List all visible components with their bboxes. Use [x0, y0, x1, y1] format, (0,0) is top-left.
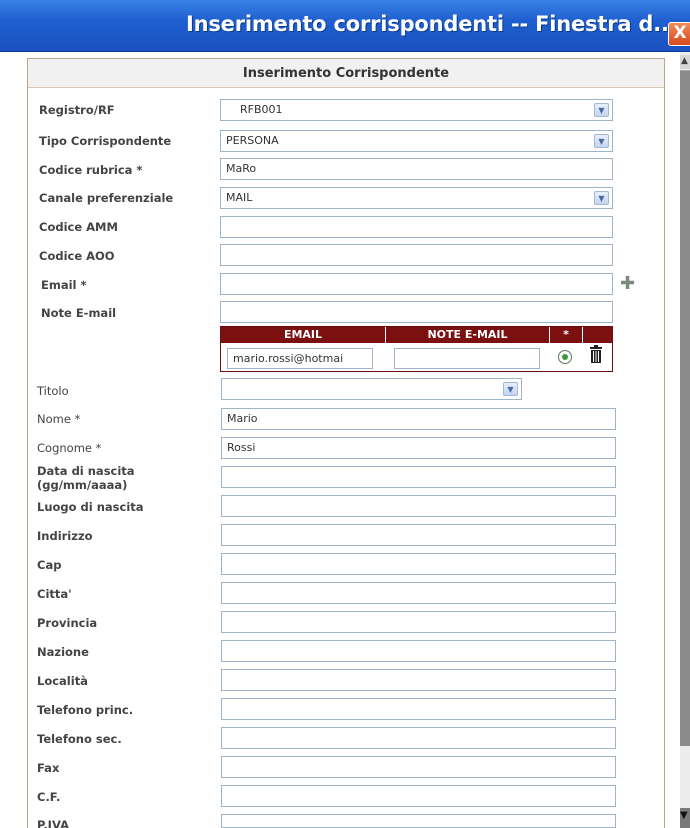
email-label: Email *	[41, 278, 87, 292]
chevron-down-icon: ▼	[594, 103, 609, 117]
scroll-down-button[interactable]: ▼	[680, 808, 690, 828]
luogo-nascita-label: Luogo di nascita	[37, 500, 144, 514]
scroll-thumb[interactable]	[680, 70, 690, 746]
tipo-value: PERSONA	[226, 134, 279, 147]
localita-input[interactable]	[221, 669, 616, 691]
titolo-select[interactable]: ▼	[221, 378, 522, 400]
col-note-email: NOTE E-MAIL	[427, 328, 508, 341]
data-nascita-label-line1: Data di nascita	[37, 464, 135, 478]
piva-input[interactable]	[221, 814, 616, 828]
tel-sec-input[interactable]	[221, 727, 616, 749]
codice-amm-input[interactable]	[220, 216, 613, 238]
nazione-label: Nazione	[37, 645, 89, 659]
window-titlebar: Inserimento corrispondenti -- Finestra d…	[0, 0, 690, 52]
row-email-input[interactable]: mario.rossi@hotmai	[227, 348, 373, 369]
col-email: EMAIL	[283, 328, 323, 341]
chevron-down-icon: ▼	[594, 134, 609, 148]
preferred-radio-icon[interactable]	[558, 350, 572, 364]
note-email-input[interactable]	[220, 301, 613, 323]
luogo-nascita-input[interactable]	[221, 495, 616, 517]
col-separator	[582, 327, 583, 343]
codice-rubrica-input[interactable]: MaRo	[220, 158, 613, 180]
window-title: Inserimento corrispondenti -- Finestra d…	[186, 12, 677, 36]
fax-input[interactable]	[221, 756, 616, 778]
col-preferred: *	[563, 328, 569, 341]
codice-rubrica-label: Codice rubrica *	[39, 163, 143, 177]
trash-glyph	[590, 345, 602, 363]
panel-header: Inserimento Corrispondente	[28, 59, 664, 88]
email-input[interactable]	[220, 273, 613, 295]
trash-icon[interactable]	[590, 345, 602, 363]
cognome-input[interactable]: Rossi	[221, 437, 616, 459]
nome-input[interactable]: Mario	[221, 408, 616, 430]
tel-princ-label: Telefono princ.	[37, 703, 134, 717]
data-nascita-input[interactable]	[221, 466, 616, 488]
nazione-input[interactable]	[221, 640, 616, 662]
note-email-label: Note E-mail	[41, 306, 117, 320]
scroll-up-icon: ▲	[681, 56, 688, 66]
provincia-label: Provincia	[37, 616, 98, 630]
piva-label: P.IVA	[37, 818, 69, 828]
registro-label: Registro/RF	[39, 103, 115, 117]
tel-princ-input[interactable]	[221, 698, 616, 720]
scroll-up-button[interactable]: ▲	[680, 55, 690, 69]
tel-sec-label: Telefono sec.	[37, 732, 122, 746]
registro-select[interactable]: RFB001 ▼	[220, 99, 613, 121]
chevron-down-icon: ▼	[503, 382, 518, 396]
canale-value: MAIL	[226, 191, 253, 204]
fax-label: Fax	[37, 761, 60, 775]
tipo-label: Tipo Corrispondente	[39, 134, 172, 148]
email-table-header: EMAIL NOTE E-MAIL *	[221, 327, 612, 343]
canale-select[interactable]: MAIL ▼	[220, 187, 613, 209]
row-note-input[interactable]	[394, 348, 540, 369]
data-nascita-label-line2: (gg/mm/aaaa)	[37, 478, 128, 492]
add-email-icon[interactable]: ✚	[620, 275, 636, 293]
codice-aoo-input[interactable]	[220, 244, 613, 266]
provincia-input[interactable]	[221, 611, 616, 633]
cf-label: C.F.	[37, 790, 61, 804]
indirizzo-label: Indirizzo	[37, 529, 93, 543]
tipo-select[interactable]: PERSONA ▼	[220, 130, 613, 152]
close-button[interactable]: X	[668, 22, 690, 46]
canale-label: Canale preferenziale	[39, 191, 174, 205]
codice-aoo-label: Codice AOO	[39, 249, 115, 263]
chevron-down-icon: ▼	[594, 191, 609, 205]
cognome-label: Cognome *	[37, 441, 102, 455]
citta-input[interactable]	[221, 582, 616, 604]
citta-label: Citta'	[37, 587, 72, 601]
scroll-down-icon: ▼	[680, 810, 688, 821]
registro-value: RFB001	[240, 103, 283, 116]
cap-label: Cap	[37, 558, 62, 572]
nome-label: Nome *	[37, 412, 81, 426]
localita-label: Località	[37, 674, 88, 688]
data-nascita-label: Data di nascita (gg/mm/aaaa)	[37, 464, 135, 492]
indirizzo-input[interactable]	[221, 524, 616, 546]
codice-amm-label: Codice AMM	[39, 220, 118, 234]
cap-input[interactable]	[221, 553, 616, 575]
titolo-label: Titolo	[37, 384, 69, 398]
cf-input[interactable]	[221, 785, 616, 807]
